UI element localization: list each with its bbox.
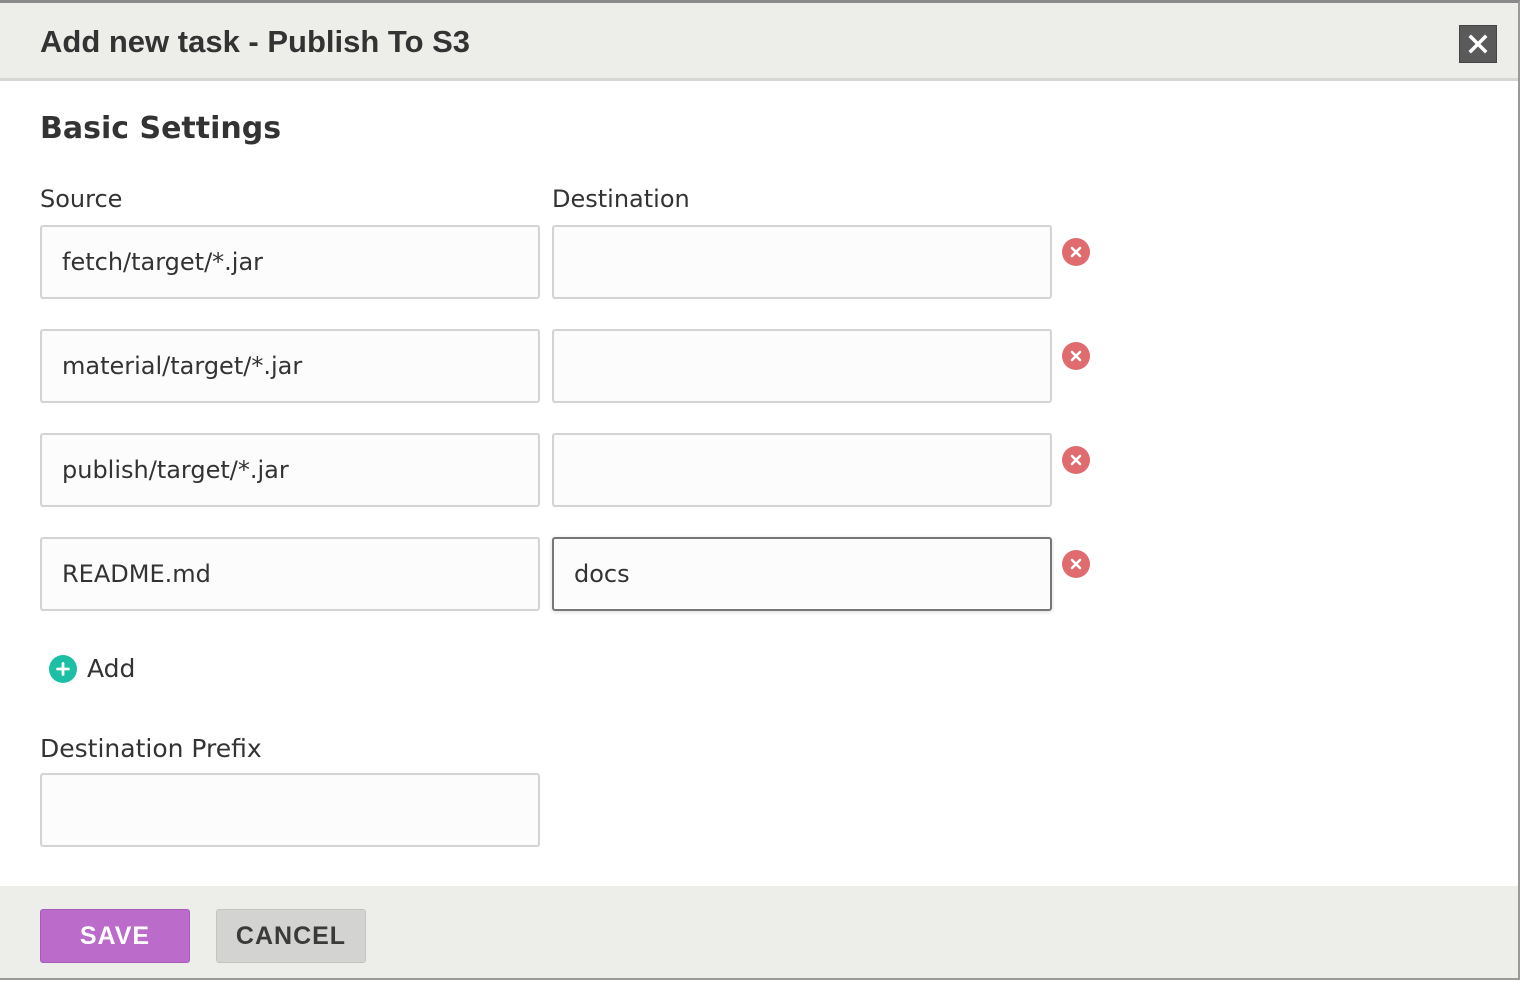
remove-circle-icon [1070, 350, 1082, 362]
source-column-label: Source [40, 185, 123, 213]
source-input-4[interactable] [40, 537, 540, 611]
remove-row-button-3[interactable] [1062, 446, 1090, 474]
add-row-button[interactable]: Add [49, 653, 135, 685]
destination-prefix-label: Destination Prefix [40, 734, 262, 763]
save-button[interactable]: SAVE [40, 909, 190, 963]
source-input-1[interactable] [40, 225, 540, 299]
remove-circle-icon [1070, 246, 1082, 258]
source-input-3[interactable] [40, 433, 540, 507]
remove-circle-icon [1070, 558, 1082, 570]
dialog-footer: SAVE CANCEL [0, 886, 1518, 978]
cancel-button[interactable]: CANCEL [216, 909, 366, 963]
add-task-dialog: Add new task - Publish To S3 Basic Setti… [0, 0, 1520, 980]
destination-input-4[interactable] [552, 537, 1052, 611]
close-button[interactable] [1459, 25, 1497, 63]
close-x-icon [1468, 34, 1488, 54]
destination-column-label: Destination [552, 185, 690, 213]
plus-circle-icon [49, 655, 77, 683]
destination-input-1[interactable] [552, 225, 1052, 299]
add-row-label: Add [87, 654, 136, 683]
dialog-header: Add new task - Publish To S3 [0, 3, 1518, 81]
remove-circle-icon [1070, 454, 1082, 466]
dialog-title: Add new task - Publish To S3 [40, 24, 471, 59]
destination-prefix-input[interactable] [40, 773, 540, 847]
destination-input-2[interactable] [552, 329, 1052, 403]
section-title: Basic Settings [40, 111, 282, 146]
source-input-2[interactable] [40, 329, 540, 403]
remove-row-button-1[interactable] [1062, 238, 1090, 266]
destination-input-3[interactable] [552, 433, 1052, 507]
remove-row-button-2[interactable] [1062, 342, 1090, 370]
remove-row-button-4[interactable] [1062, 550, 1090, 578]
